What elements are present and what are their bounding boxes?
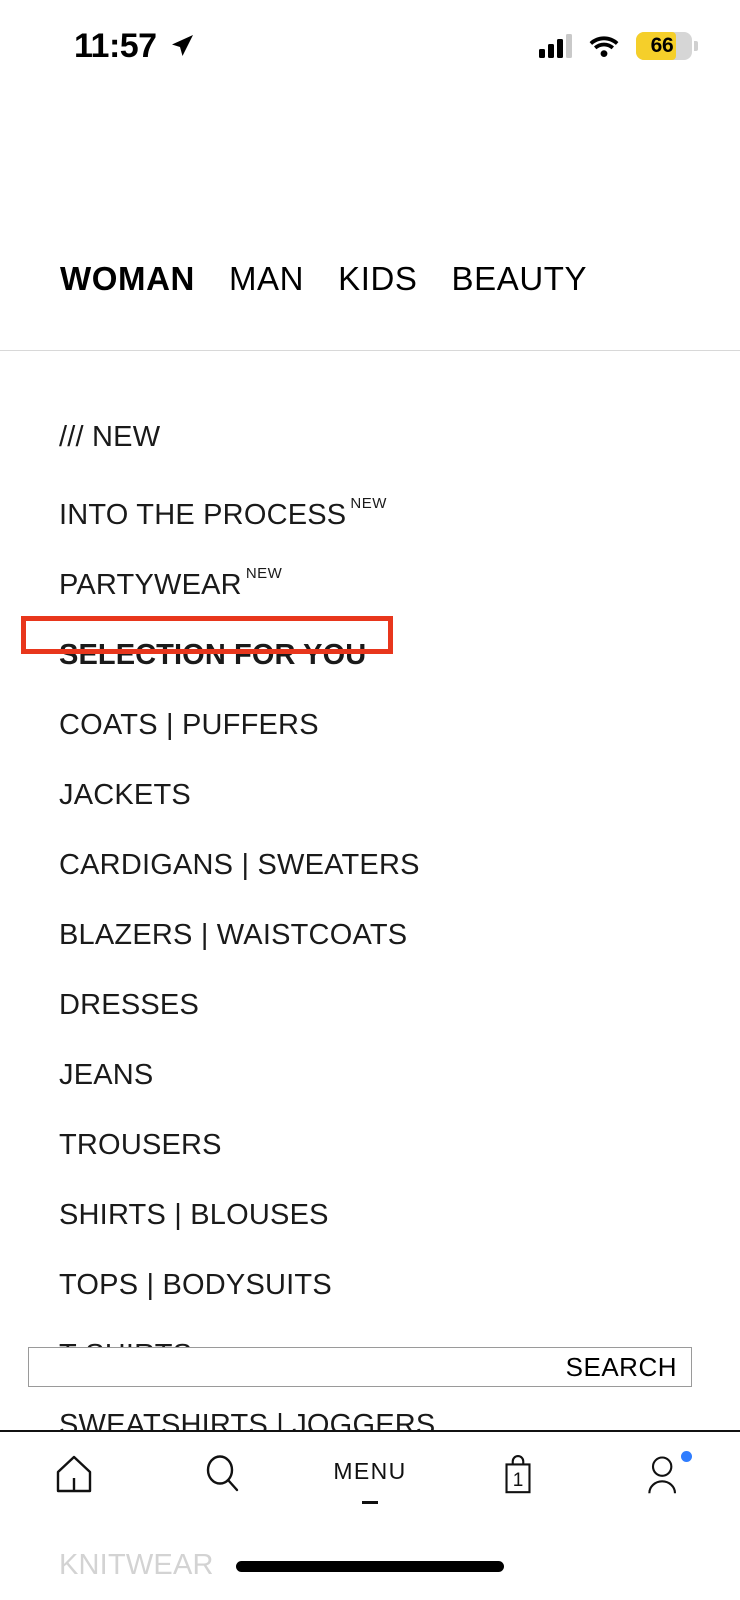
nav-item-cart[interactable]: 1 [444, 1432, 592, 1542]
menu-item-selection-for-you[interactable]: SELECTION FOR YOU [0, 628, 740, 682]
menu-item-partywear[interactable]: PARTYWEAR NEW [0, 558, 740, 612]
bottom-nav-divider [0, 1430, 740, 1432]
status-bar: 11:57 66 [0, 0, 740, 92]
menu-item-label: COATS | PUFFERS [59, 708, 319, 741]
menu-item-shirts-blouses[interactable]: SHIRTS | BLOUSES [0, 1188, 740, 1242]
menu-item-jackets[interactable]: JACKETS [0, 768, 740, 822]
menu-item-label: CARDIGANS | SWEATERS [59, 848, 420, 881]
nav-menu-label: MENU [333, 1458, 407, 1484]
tab-woman[interactable]: WOMAN [60, 246, 195, 295]
header-divider [0, 350, 740, 351]
menu-item-label: TOPS | BODYSUITS [59, 1268, 332, 1301]
home-icon [56, 1455, 92, 1493]
menu-item-label: SHIRTS | BLOUSES [59, 1198, 329, 1231]
nav-item-menu[interactable]: MENU [296, 1432, 444, 1542]
menu-item-label: TROUSERS [59, 1128, 222, 1161]
search-input[interactable]: SEARCH [28, 1347, 692, 1387]
status-bar-left: 11:57 [74, 27, 195, 66]
cellular-signal-icon [539, 34, 572, 58]
account-wrapper [642, 1451, 692, 1498]
search-icon [206, 1455, 239, 1492]
bottom-navigation-bar: MENU 1 [0, 1432, 740, 1542]
menu-item-label: PARTYWEAR [59, 568, 242, 601]
cart-count: 1 [512, 1470, 524, 1491]
menu-item-label: KNITWEAR [59, 1548, 214, 1581]
tab-kids[interactable]: KIDS [338, 246, 417, 295]
shopping-bag-wrapper: 1 [496, 1452, 540, 1498]
search-label: SEARCH [565, 1351, 677, 1382]
menu-item-trousers[interactable]: TROUSERS [0, 1118, 740, 1172]
top-tabs: WOMAN MAN KIDS BEAUTY [0, 246, 740, 351]
menu-item-cardigans-sweaters[interactable]: CARDIGANS | SWEATERS [0, 838, 740, 892]
menu-item-label: JACKETS [59, 778, 191, 811]
battery-percent: 66 [650, 34, 674, 57]
notification-dot-badge [681, 1451, 692, 1462]
menu-item-coats-puffers[interactable]: COATS | PUFFERS [0, 698, 740, 752]
app-screen: 11:57 66 WOMAN MAN KIDS BEAUTY /// NEW I… [0, 0, 740, 1600]
menu-item-label: JEANS [59, 1058, 154, 1091]
home-indicator [236, 1561, 504, 1572]
menu-item-label: SELECTION FOR YOU [59, 638, 367, 671]
new-badge: NEW [245, 564, 283, 582]
menu-item-tops-bodysuits[interactable]: TOPS | BODYSUITS [0, 1258, 740, 1312]
menu-item-into-the-process[interactable]: INTO THE PROCESS NEW [0, 488, 740, 542]
battery-indicator: 66 [636, 32, 698, 60]
menu-item-label: /// NEW [59, 420, 161, 453]
nav-item-account[interactable] [592, 1432, 740, 1542]
menu-item-blazers-waistcoats[interactable]: BLAZERS | WAISTCOATS [0, 908, 740, 962]
menu-item-new[interactable]: /// NEW [0, 410, 740, 464]
location-arrow-icon [171, 35, 193, 56]
menu-item-label: INTO THE PROCESS [59, 498, 347, 531]
tab-beauty[interactable]: BEAUTY [452, 246, 588, 295]
status-bar-right: 66 [539, 32, 698, 60]
wifi-icon [589, 36, 619, 57]
status-bar-clock: 11:57 [74, 26, 157, 65]
tab-man[interactable]: MAN [229, 246, 304, 295]
menu-item-label: BLAZERS | WAISTCOATS [59, 918, 408, 951]
category-menu-list: /// NEW INTO THE PROCESS NEW PARTYWEAR N… [0, 352, 740, 1600]
person-icon [648, 1456, 677, 1494]
nav-active-indicator [362, 1501, 378, 1504]
menu-item-dresses[interactable]: DRESSES [0, 978, 740, 1032]
menu-item-jeans[interactable]: JEANS [0, 1048, 740, 1102]
menu-item-label: DRESSES [59, 988, 199, 1021]
new-badge: NEW [350, 494, 387, 512]
nav-item-home[interactable] [0, 1432, 148, 1542]
nav-item-search[interactable] [148, 1432, 296, 1542]
